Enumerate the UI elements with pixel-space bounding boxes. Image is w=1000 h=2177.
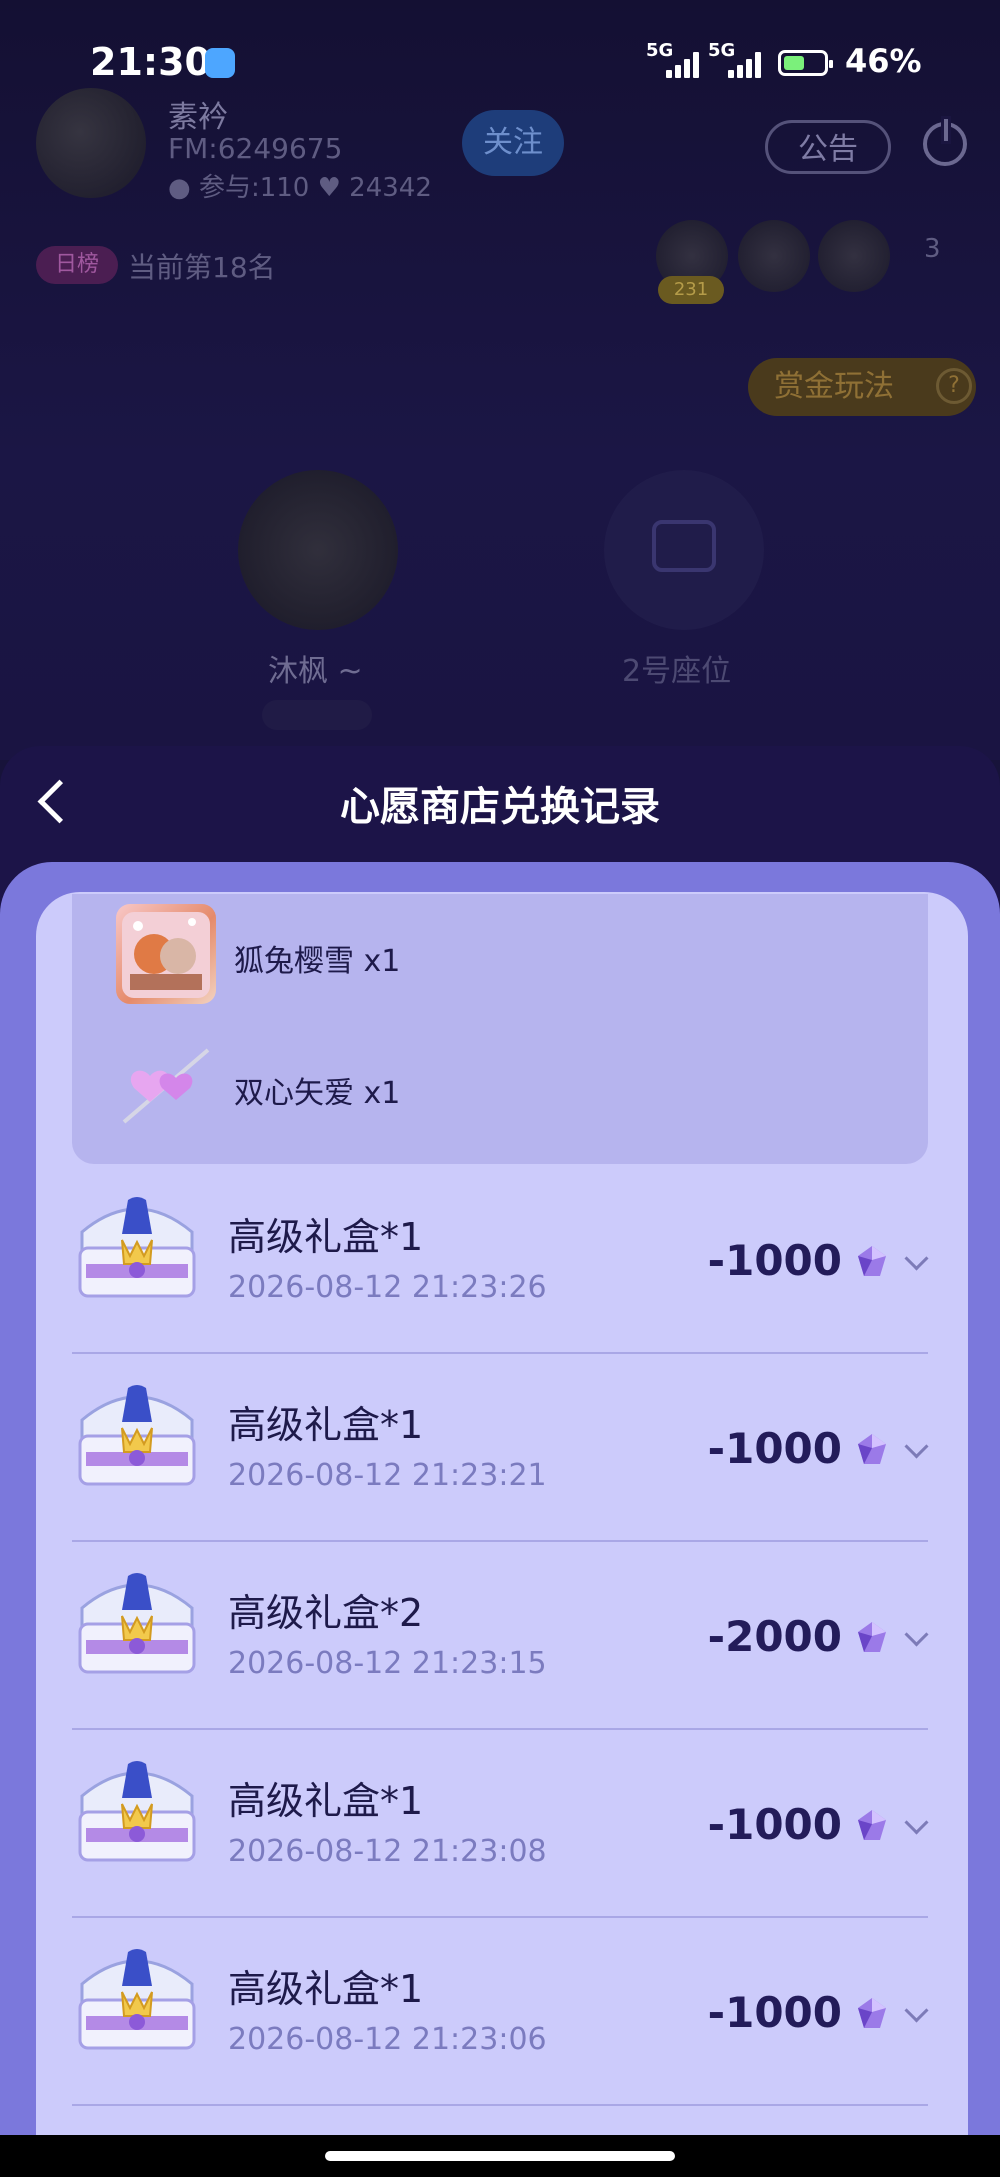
record-title: 高级礼盒*2 — [228, 1591, 424, 1635]
app-notification-icon — [205, 48, 235, 78]
seat-1-avatar[interactable] — [238, 470, 398, 630]
seat-2-name: 2号座位 — [622, 654, 732, 689]
row-divider — [72, 1540, 928, 1542]
host-fm-id: FM:6249675 — [168, 132, 343, 165]
record-amount: -1000 — [707, 1800, 842, 1849]
gem-icon — [852, 1430, 892, 1470]
home-indicator[interactable] — [325, 2151, 675, 2161]
gift-chest-icon — [70, 1192, 204, 1308]
help-icon[interactable]: ? — [936, 368, 972, 404]
signal-icon — [728, 52, 768, 78]
record-amount: -1000 — [707, 1988, 842, 2037]
audience-count[interactable]: 3 — [924, 234, 941, 264]
rank-text: 当前第18名 — [128, 251, 276, 284]
record-title: 高级礼盒*1 — [228, 1967, 424, 2011]
signal-icon — [666, 52, 706, 78]
daily-rank-tag[interactable]: 日榜 — [36, 246, 118, 284]
seat-1-status — [262, 700, 372, 730]
sheet-title: 心愿商店兑换记录 — [340, 784, 660, 830]
gift-chest-icon — [70, 1380, 204, 1496]
gem-icon — [852, 1806, 892, 1846]
record-time: 2026-08-12 21:23:21 — [228, 1458, 547, 1493]
gem-icon — [852, 1242, 892, 1282]
gift-chest-icon — [70, 1756, 204, 1872]
status-bar: 21:30 5G 5G 46% — [0, 0, 1000, 130]
seat-icon — [652, 520, 716, 572]
audience-badge: 231 — [658, 276, 724, 304]
record-time: 2026-08-12 21:23:06 — [228, 2022, 547, 2057]
row-divider — [72, 1916, 928, 1918]
battery-percent: 46% — [845, 42, 922, 80]
gift-label: 狐兔樱雪 x1 — [234, 944, 401, 979]
hearts-arrow-gift-icon — [116, 1036, 216, 1136]
record-amount: -2000 — [707, 1612, 842, 1661]
record-time: 2026-08-12 21:23:26 — [228, 1270, 547, 1305]
record-time: 2026-08-12 21:23:08 — [228, 1834, 547, 1869]
fox-rabbit-gift-icon — [116, 904, 216, 1004]
gem-icon — [852, 1618, 892, 1658]
record-amount: -1000 — [707, 1424, 842, 1473]
record-title: 高级礼盒*1 — [228, 1403, 424, 1447]
battery-icon — [778, 50, 833, 76]
host-stats: ● 参与:110 ♥ 24342 — [168, 173, 432, 203]
seat-1-name: 沐枫 ~ — [268, 654, 363, 689]
row-divider — [72, 1728, 928, 1730]
gift-chest-icon — [70, 1568, 204, 1684]
record-amount: -1000 — [707, 1236, 842, 1285]
record-time: 2026-08-12 21:23:15 — [228, 1646, 547, 1681]
audience-avatar[interactable] — [818, 220, 890, 292]
gem-icon — [852, 1994, 892, 2034]
status-time: 21:30 — [90, 40, 211, 84]
audience-avatar[interactable] — [738, 220, 810, 292]
row-divider — [72, 2104, 928, 2106]
row-divider — [72, 1352, 928, 1354]
record-title: 高级礼盒*1 — [228, 1779, 424, 1823]
gift-chest-icon — [70, 1944, 204, 2060]
gift-label: 双心矢爱 x1 — [234, 1076, 401, 1111]
record-title: 高级礼盒*1 — [228, 1215, 424, 1259]
